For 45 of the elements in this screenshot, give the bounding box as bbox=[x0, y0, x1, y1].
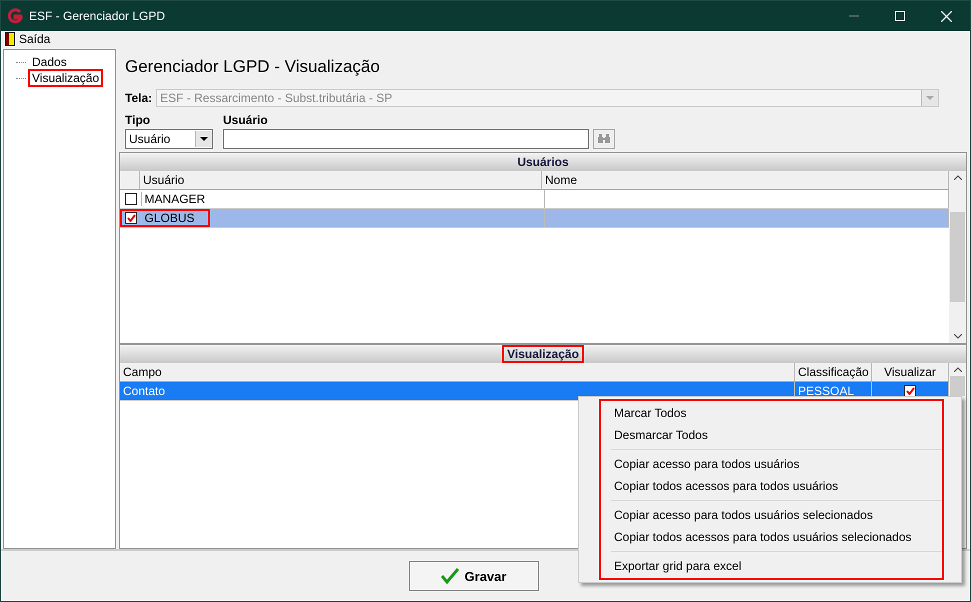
check-icon bbox=[126, 214, 136, 222]
field-label: Tipo bbox=[125, 113, 152, 127]
table-cell-text: GLOBUS bbox=[144, 211, 196, 225]
menu-item[interactable]: Copiar todos acessos para todos usuários selecionados bbox=[601, 526, 942, 548]
table-cell-text: MANAGER bbox=[144, 192, 206, 206]
exit-menu-item[interactable]: Saída bbox=[5, 32, 50, 46]
scrollbar[interactable] bbox=[949, 171, 966, 343]
user-input-field[interactable] bbox=[223, 129, 589, 149]
scroll-down-icon[interactable] bbox=[954, 334, 962, 339]
binoculars-icon bbox=[597, 134, 611, 144]
menu-item[interactable]: Copiar todos acessos para todos usuários bbox=[601, 475, 942, 497]
checkbox[interactable] bbox=[125, 212, 138, 224]
caret-icon bbox=[200, 137, 208, 141]
maximize-icon[interactable] bbox=[895, 11, 905, 21]
scroll-thumb[interactable] bbox=[950, 376, 965, 396]
menu-item[interactable]: Copiar acesso para todos usuários selecionados bbox=[601, 504, 942, 526]
menu-item[interactable]: Exportar grid para excel bbox=[601, 555, 942, 577]
scroll-thumb[interactable] bbox=[950, 212, 965, 302]
window-title: ESF - Gerenciador LGPD bbox=[29, 9, 166, 23]
checkbox[interactable] bbox=[904, 385, 916, 397]
grid-title: Visualização bbox=[502, 345, 584, 363]
field-label: Usuário bbox=[223, 113, 269, 127]
menu-item[interactable]: Desmarcar Todos bbox=[601, 424, 942, 446]
checkmark-icon bbox=[440, 568, 459, 584]
menu-item[interactable]: Copiar acesso para todos usuários bbox=[601, 453, 942, 475]
grid-title: Usuários bbox=[516, 154, 570, 171]
check-icon bbox=[906, 387, 914, 395]
scroll-up-icon[interactable] bbox=[954, 367, 962, 372]
logo-icon bbox=[7, 8, 23, 24]
table-row[interactable]: GLOBUS bbox=[120, 209, 949, 228]
tree-item[interactable]: Dados bbox=[28, 53, 71, 71]
column-header[interactable]: Classificação bbox=[795, 363, 872, 381]
field-label: Tela: bbox=[125, 91, 152, 105]
door-icon bbox=[5, 32, 15, 46]
checkbox[interactable] bbox=[125, 193, 138, 205]
column-header[interactable]: Usuário bbox=[140, 171, 542, 189]
close-icon[interactable] bbox=[941, 10, 952, 22]
caret-icon bbox=[926, 96, 934, 100]
tree-item[interactable]: Visualização bbox=[28, 69, 104, 87]
save-button[interactable]: Gravar bbox=[408, 561, 538, 591]
type-dropdown[interactable]: Usuário bbox=[125, 129, 213, 149]
scroll-up-icon[interactable] bbox=[954, 175, 962, 180]
page-title: Gerenciador LGPD - Visualização bbox=[124, 56, 381, 78]
menu-item[interactable]: Marcar Todos bbox=[601, 402, 942, 424]
column-header[interactable]: Campo bbox=[120, 363, 795, 381]
